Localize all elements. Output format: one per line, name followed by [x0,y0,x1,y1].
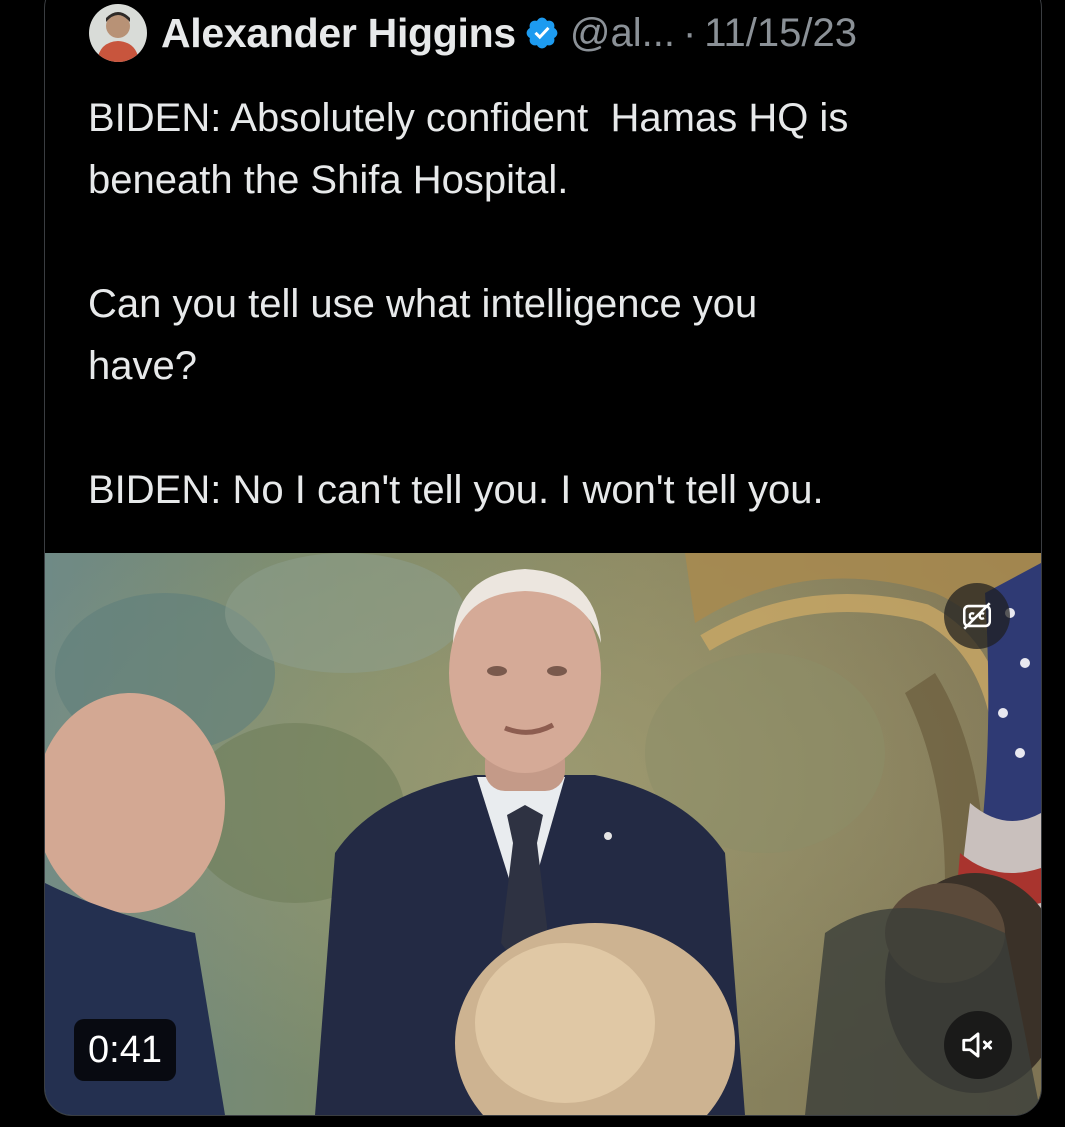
tweet-text: BIDEN: Absolutely confident Hamas HQ is … [88,96,849,512]
video-player[interactable]: 0:41 [45,553,1041,1115]
video-frame [45,553,1041,1115]
tweet-header: Alexander Higgins @al... · 11/15/23 [89,3,857,63]
author-name[interactable]: Alexander Higgins [161,10,516,57]
mute-button[interactable] [944,1011,1012,1079]
captions-button[interactable] [944,583,1010,649]
avatar[interactable] [89,4,147,62]
tweet-date[interactable]: 11/15/23 [704,11,857,56]
video-duration: 0:41 [74,1019,176,1081]
captions-off-icon [962,602,992,630]
header-separator: · [682,10,697,55]
volume-muted-icon [962,1032,993,1058]
tweet-card[interactable]: Alexander Higgins @al... · 11/15/23 BIDE… [44,0,1042,1116]
verified-badge-icon [526,17,558,49]
author-handle[interactable]: @al... [570,11,675,56]
